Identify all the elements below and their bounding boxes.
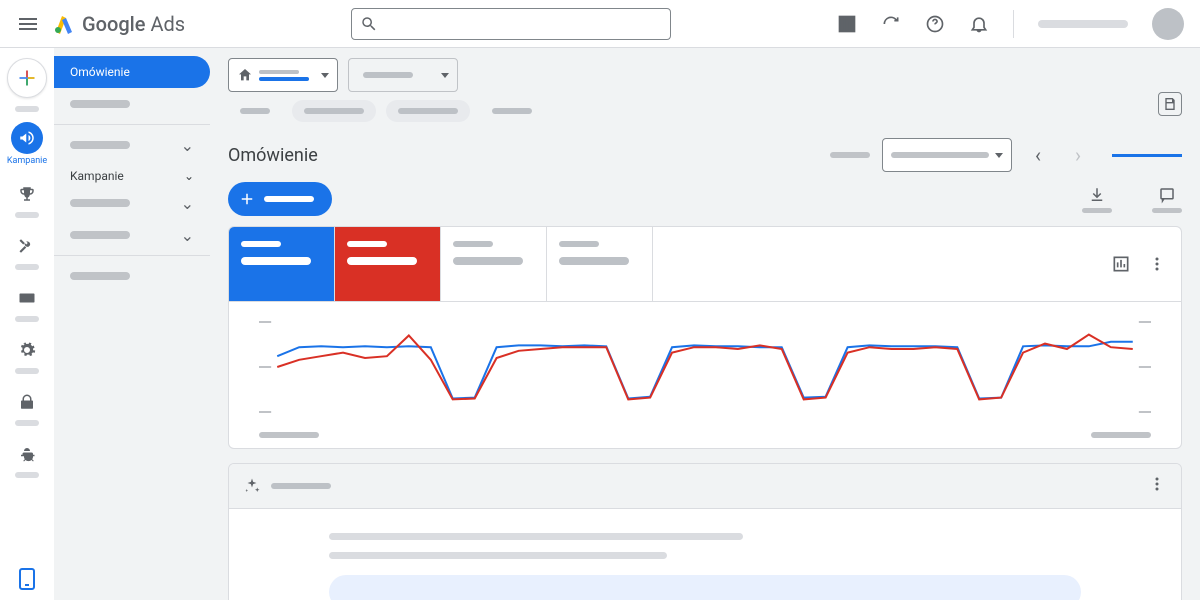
- prev-period-button[interactable]: ‹: [1024, 141, 1052, 169]
- performance-chart: [229, 302, 1181, 432]
- card-title-placeholder: [271, 483, 331, 489]
- chevron-down-icon: ⌄: [181, 136, 194, 155]
- menu-icon[interactable]: [16, 12, 40, 36]
- page-title: Omówienie: [228, 145, 318, 166]
- text-placeholder: [329, 533, 743, 540]
- divider: [1013, 10, 1014, 38]
- sidebar-item[interactable]: ⌄: [54, 219, 210, 251]
- search-input[interactable]: [351, 8, 671, 40]
- rail-placeholder: [15, 472, 39, 478]
- sparkle-icon: [243, 477, 261, 495]
- rail-settings[interactable]: [3, 328, 51, 376]
- logo[interactable]: Google Ads: [52, 12, 185, 36]
- filter-chip[interactable]: [228, 100, 282, 122]
- metric-tab-2[interactable]: [335, 227, 441, 301]
- filter-chip[interactable]: [386, 100, 470, 122]
- rail-goals[interactable]: [3, 172, 51, 220]
- new-campaign-button[interactable]: [228, 182, 332, 216]
- brand-text: Google Ads: [82, 12, 185, 36]
- save-view-button[interactable]: [1158, 92, 1182, 116]
- rail-placeholder: [15, 264, 39, 270]
- chevron-down-icon: ⌄: [184, 169, 194, 183]
- more-icon[interactable]: [1147, 474, 1167, 494]
- rail-mobile-link[interactable]: [19, 568, 35, 600]
- reports-icon[interactable]: [837, 14, 857, 34]
- sidebar-item[interactable]: ⌄: [54, 129, 210, 161]
- x-axis-end-label: [1091, 432, 1151, 438]
- rail-tools[interactable]: [3, 224, 51, 272]
- megaphone-icon: [18, 129, 36, 147]
- download-icon: [1088, 186, 1106, 204]
- avatar[interactable]: [1152, 8, 1184, 40]
- rail-billing[interactable]: [3, 276, 51, 324]
- search-field[interactable]: [386, 16, 662, 31]
- notifications-icon[interactable]: [969, 14, 989, 34]
- compare-toggle[interactable]: [1112, 154, 1182, 157]
- refresh-icon[interactable]: [881, 14, 901, 34]
- filter-chip[interactable]: [292, 100, 376, 122]
- account-name-placeholder: [1038, 20, 1128, 28]
- create-button[interactable]: [7, 58, 47, 98]
- metric-tab-1[interactable]: [229, 227, 335, 301]
- next-period-button: ›: [1064, 141, 1092, 169]
- bug-icon: [18, 445, 36, 463]
- phone-icon: [19, 568, 35, 590]
- search-icon: [360, 15, 378, 33]
- home-icon: [237, 67, 253, 83]
- rail-placeholder: [15, 212, 39, 218]
- performance-card: [228, 226, 1182, 449]
- rail-placeholder: [15, 106, 39, 112]
- campaign-filter[interactable]: [348, 58, 458, 92]
- rail-bug[interactable]: [3, 432, 51, 480]
- chevron-down-icon: ⌄: [181, 226, 194, 245]
- text-placeholder: [329, 552, 667, 559]
- date-range-picker[interactable]: [882, 138, 1012, 172]
- lock-icon: [18, 393, 36, 411]
- save-icon: [1162, 96, 1178, 112]
- rail-security[interactable]: [3, 380, 51, 428]
- account-filter[interactable]: [228, 58, 338, 92]
- filter-chip[interactable]: [480, 100, 544, 122]
- rail-placeholder: [15, 316, 39, 322]
- help-icon[interactable]: [925, 14, 945, 34]
- tools-icon: [18, 237, 36, 255]
- recommendations-card: [228, 463, 1182, 600]
- sidebar-item[interactable]: [54, 260, 210, 292]
- gear-icon: [18, 341, 36, 359]
- chevron-down-icon: ⌄: [181, 194, 194, 213]
- rail-placeholder: [15, 368, 39, 374]
- card-icon: [18, 289, 36, 307]
- download-button[interactable]: [1082, 186, 1112, 213]
- plus-icon: [238, 190, 256, 208]
- rail-campaigns[interactable]: Kampanie: [3, 116, 51, 168]
- trophy-icon: [18, 185, 36, 203]
- sidebar-item[interactable]: [54, 88, 210, 120]
- feedback-button[interactable]: [1152, 186, 1182, 213]
- expand-chart-icon[interactable]: [1111, 254, 1131, 274]
- rail-placeholder: [15, 420, 39, 426]
- more-icon[interactable]: [1147, 254, 1167, 274]
- metric-tab-4[interactable]: [547, 227, 653, 301]
- sidebar-item[interactable]: ⌄: [54, 187, 210, 219]
- recommendation-banner[interactable]: [329, 575, 1081, 600]
- sidebar-overview[interactable]: Omówienie: [54, 56, 210, 88]
- header-placeholder: [830, 152, 870, 158]
- sidebar-campaigns-group[interactable]: Kampanie⌄: [54, 161, 210, 187]
- x-axis-start-label: [259, 432, 319, 438]
- rail-campaigns-label: Kampanie: [7, 156, 47, 166]
- feedback-icon: [1158, 186, 1176, 204]
- metric-tab-3[interactable]: [441, 227, 547, 301]
